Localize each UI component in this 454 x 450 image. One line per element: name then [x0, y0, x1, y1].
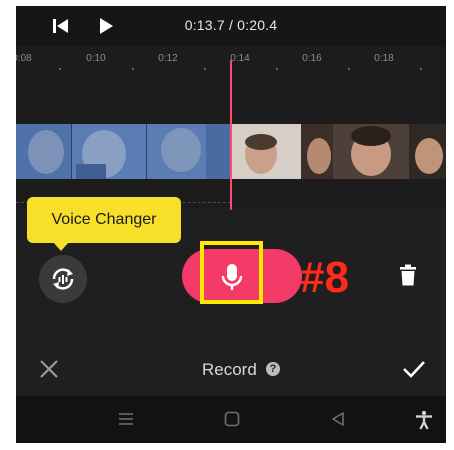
tick-label: 0:12: [158, 53, 178, 64]
player-bar: 0:13.7 / 0:20.4: [16, 6, 446, 46]
tick-dot: [204, 68, 206, 70]
accessibility-icon[interactable]: [414, 410, 434, 435]
close-icon[interactable]: [39, 359, 59, 384]
tick-label: 0:18: [374, 53, 394, 64]
tick-label: 0:14: [230, 53, 250, 64]
home-icon[interactable]: [223, 410, 241, 433]
voice-changer-tooltip: Voice Changer: [27, 197, 181, 243]
voice-changer-button[interactable]: [39, 255, 87, 303]
tick-dot: [420, 68, 422, 70]
tick-dot: [348, 68, 350, 70]
checkmark-icon[interactable]: [402, 359, 426, 384]
panel-title: Record: [202, 360, 257, 379]
tick-label: 0:16: [302, 53, 322, 64]
tick-dot: [276, 68, 278, 70]
microphone-icon[interactable]: [217, 261, 247, 300]
menu-icon[interactable]: [117, 410, 135, 433]
system-nav-bar: [16, 396, 446, 443]
tick-dot: [132, 68, 134, 70]
help-icon[interactable]: ?: [266, 362, 280, 376]
annotation-step-label: #8: [300, 253, 349, 302]
back-icon[interactable]: [329, 410, 347, 433]
time-readout: 0:13.7 / 0:20.4: [184, 17, 278, 33]
playhead[interactable]: [230, 60, 232, 210]
voice-changer-icon: [52, 268, 74, 290]
tick-dot: [59, 68, 61, 70]
tick-label: 0:10: [86, 53, 106, 64]
app-screen: 0:13.7 / 0:20.4 0:08 0:10 0:12 0:14 0:16…: [16, 6, 446, 443]
tooltip-arrow: [53, 242, 69, 251]
tick-label: 0:08: [16, 53, 32, 64]
video-thumbnail-strip-tinted: [16, 124, 231, 179]
trash-icon[interactable]: [399, 264, 417, 291]
video-thumbnail-strip: [231, 124, 446, 179]
